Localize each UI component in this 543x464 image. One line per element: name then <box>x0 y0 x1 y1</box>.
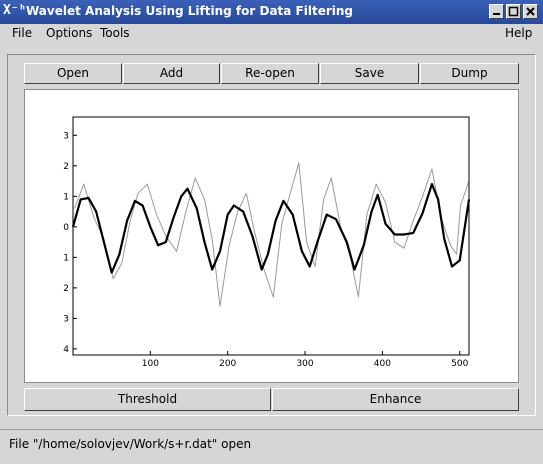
y-tick-label: 2 <box>63 284 69 294</box>
x-tick-label: 100 <box>142 359 159 369</box>
y-tick-label: 1 <box>63 192 69 202</box>
x-tick-label: 300 <box>296 359 313 369</box>
menu-options[interactable]: Options <box>46 26 92 40</box>
filtered-signal-line <box>71 182 471 274</box>
reopen-button[interactable]: Re-open <box>221 63 319 84</box>
enhance-button[interactable]: Enhance <box>272 388 519 411</box>
x-tick-label: 400 <box>374 359 391 369</box>
add-button[interactable]: Add <box>123 63 220 84</box>
dump-button[interactable]: Dump <box>420 63 519 84</box>
menu-tools[interactable]: Tools <box>100 26 130 40</box>
y-tick-label: 3 <box>63 314 69 324</box>
y-tick-label: 1 <box>63 253 69 263</box>
x-tick-label: 200 <box>219 359 236 369</box>
save-button[interactable]: Save <box>320 63 419 84</box>
status-bar: File "/home/solovjev/Work/s+r.dat" open <box>0 429 543 464</box>
window-title: Wavelet Analysis Using Lifting for Data … <box>26 4 354 18</box>
status-text: File "/home/solovjev/Work/s+r.dat" open <box>9 437 252 451</box>
maximize-button[interactable] <box>506 4 521 19</box>
menu-file[interactable]: File <box>12 26 32 40</box>
minimize-icon <box>493 13 500 15</box>
threshold-button[interactable]: Threshold <box>24 388 271 411</box>
y-tick-label: 4 <box>63 345 69 355</box>
maximize-icon <box>508 6 519 17</box>
title-bar[interactable]: X⁻ʰ Wavelet Analysis Using Lifting for D… <box>0 0 543 24</box>
plot-canvas[interactable]: 3 2 1 0 1 2 3 4 100 200 300 400 500 <box>24 89 519 383</box>
close-button[interactable] <box>523 4 538 19</box>
y-tick-label: 3 <box>63 131 69 141</box>
x-logo-icon[interactable]: X⁻ʰ <box>3 3 26 19</box>
y-tick-label: 2 <box>63 162 69 172</box>
menu-bar: File Options Tools Help <box>0 24 543 44</box>
x-tick-label: 500 <box>451 359 468 369</box>
minimize-button[interactable] <box>489 4 504 19</box>
y-tick-label: 0 <box>63 223 69 233</box>
close-icon <box>526 7 535 16</box>
open-button[interactable]: Open <box>24 63 122 84</box>
wavelet-chart: 3 2 1 0 1 2 3 4 100 200 300 400 500 <box>63 116 471 369</box>
menu-help[interactable]: Help <box>505 26 532 40</box>
